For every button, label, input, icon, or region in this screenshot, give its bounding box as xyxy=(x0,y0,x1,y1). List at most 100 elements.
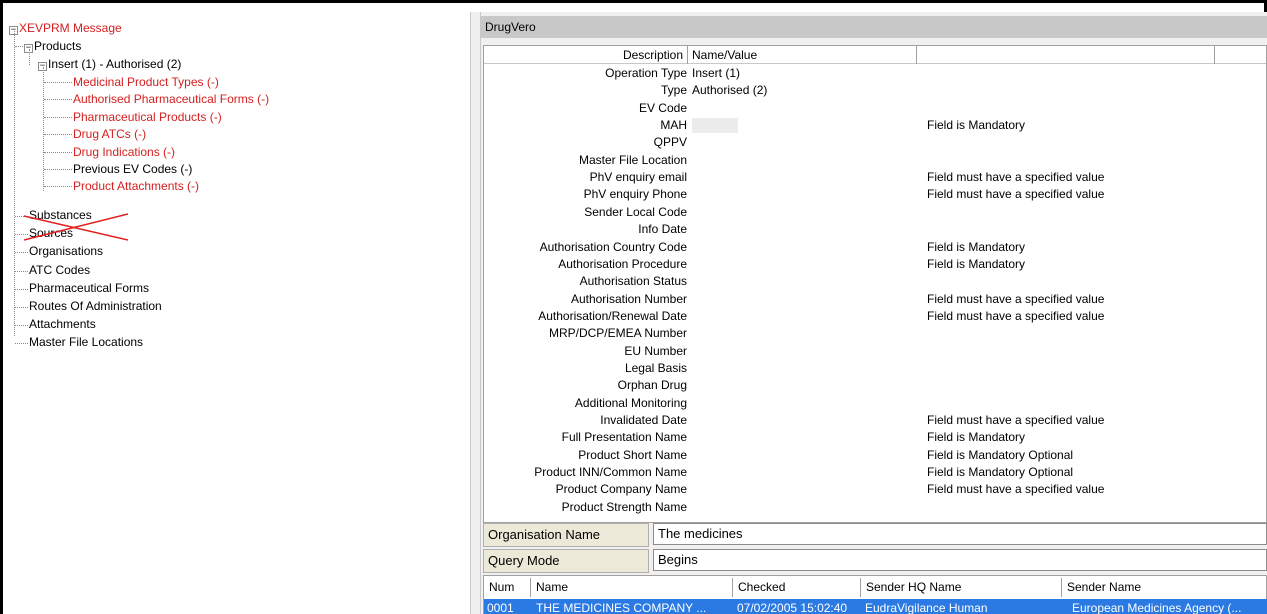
cell-checked: 07/02/2005 15:02:40 xyxy=(737,601,848,614)
tree-view[interactable]: − XEVPRM Message − Products − Insert (1) - … xyxy=(6,14,470,614)
tree-node-item[interactable]: Substances xyxy=(29,207,92,224)
tree-line xyxy=(15,325,28,327)
tree-node-item[interactable]: Pharmaceutical Forms xyxy=(29,280,149,297)
cell-sender-name: European Medicines Agency (... xyxy=(1072,601,1242,614)
header-value[interactable]: Name/Value xyxy=(688,46,917,64)
tree-node-child[interactable]: Previous EV Codes (-) xyxy=(73,161,192,178)
grid-row[interactable]: Product Strength Name xyxy=(484,499,1266,516)
tree-node-item[interactable]: Routes Of Administration xyxy=(29,298,162,315)
results-header-num[interactable]: Num xyxy=(484,578,531,597)
grid-row-value[interactable] xyxy=(692,117,738,134)
tree-node-item[interactable]: Attachments xyxy=(29,316,96,333)
tree-node-child[interactable]: Drug ATCs (-) xyxy=(73,126,146,143)
grid-row[interactable]: Authorisation/Renewal Date Field must hav… xyxy=(484,308,1266,325)
redacted-value xyxy=(692,118,738,134)
tree-node-item[interactable]: Organisations xyxy=(29,243,103,260)
tree-node-child[interactable]: Authorised Pharmaceutical Forms (-) xyxy=(73,91,269,108)
grid-row[interactable]: EV Code xyxy=(484,100,1266,117)
tree-node-label: Insert (1) - Authorised (2) xyxy=(48,57,182,71)
property-grid[interactable]: Description Name/Value Operation Type Ins… xyxy=(483,45,1267,523)
tree-node-child[interactable]: Pharmaceutical Products (-) xyxy=(73,109,222,126)
results-header-sender-name[interactable]: Sender Name xyxy=(1062,578,1267,597)
grid-row[interactable]: Info Date xyxy=(484,221,1266,238)
tree-line xyxy=(15,270,28,272)
grid-row[interactable]: PhV enquiry email Field must have a speci… xyxy=(484,169,1266,186)
grid-row[interactable]: Operation Type Insert (1) xyxy=(484,65,1266,82)
tree-node-item[interactable]: Master File Locations xyxy=(29,334,143,351)
grid-row-message: Field must have a specified value xyxy=(927,482,1105,497)
tree-line xyxy=(15,234,28,236)
grid-row[interactable]: Product Short Name Field is Mandatory Opt… xyxy=(484,447,1266,464)
grid-row[interactable]: Product INN/Common Name Field is Mandator… xyxy=(484,464,1266,481)
results-header-sender-hq[interactable]: Sender HQ Name xyxy=(861,578,1062,597)
grid-row-message: Field is Mandatory xyxy=(927,118,1026,133)
tree-line xyxy=(15,252,28,254)
tree-line xyxy=(44,82,72,83)
grid-row[interactable]: Authorisation Status xyxy=(484,273,1266,290)
results-header-checked[interactable]: Checked xyxy=(733,578,861,597)
grid-row[interactable]: QPPV xyxy=(484,134,1266,151)
table-row[interactable]: 0001 THE MEDICINES COMPANY ... 07/02/200… xyxy=(484,599,1267,614)
grid-row[interactable]: Legal Basis xyxy=(484,360,1266,377)
grid-row-value[interactable]: Authorised (2) xyxy=(692,82,767,99)
grid-row-description: Orphan Drug xyxy=(617,378,687,393)
grid-row-description: Full Presentation Name xyxy=(561,430,687,445)
grid-row[interactable]: Orphan Drug xyxy=(484,377,1266,394)
tree-line xyxy=(44,99,72,101)
grid-row-description: Product Strength Name xyxy=(561,499,687,514)
header-description[interactable]: Description xyxy=(484,46,688,64)
cell-num: 0001 xyxy=(487,601,514,614)
grid-row-description: PhV enquiry Phone xyxy=(583,187,687,202)
cell-sender-hq: EudraVigilance Human xyxy=(865,601,988,614)
grid-row-description: QPPV xyxy=(653,135,687,150)
tree-node-child[interactable]: Product Attachments (-) xyxy=(73,178,199,195)
tree-line xyxy=(15,307,28,308)
grid-row[interactable]: EU Number xyxy=(484,343,1266,360)
grid-row[interactable]: Type Authorised (2) xyxy=(484,82,1266,99)
tree-line xyxy=(15,216,28,217)
grid-row[interactable]: Master File Location xyxy=(484,152,1266,169)
grid-row-value[interactable]: Insert (1) xyxy=(692,65,740,82)
tree-line xyxy=(44,186,72,188)
tree-node-label: XEVPRM Message xyxy=(19,21,122,35)
grid-row-description: MRP/DCP/EMEA Number xyxy=(548,326,687,341)
grid-row[interactable]: MRP/DCP/EMEA Number xyxy=(484,325,1266,342)
grid-row-description: Operation Type xyxy=(605,66,687,80)
grid-row[interactable]: Full Presentation Name Field is Mandatory xyxy=(484,429,1266,446)
tree-node-insert[interactable]: − Insert (1) - Authorised (2) xyxy=(38,56,181,73)
grid-row[interactable]: MAH Field is Mandatory xyxy=(484,117,1266,134)
window-frame: − XEVPRM Message − Products − Insert (1) - … xyxy=(0,0,1267,614)
grid-row-description: Authorisation/Renewal Date xyxy=(538,308,687,323)
grid-row[interactable]: Authorisation Country Code Field is Manda… xyxy=(484,239,1266,256)
tree-node-root[interactable]: − XEVPRM Message xyxy=(9,20,122,37)
tree-node-item[interactable]: Sources xyxy=(29,225,73,242)
grid-row-message: Field is Mandatory xyxy=(927,430,1026,445)
header-message[interactable] xyxy=(917,46,1215,64)
grid-header: Description Name/Value xyxy=(484,46,1266,64)
grid-row[interactable]: PhV enquiry Phone Field must have a speci… xyxy=(484,186,1266,203)
grid-row[interactable]: Product Company Name Field must have a sp… xyxy=(484,481,1266,498)
pane-splitter[interactable] xyxy=(470,12,481,614)
grid-row-message: Field must have a specified value xyxy=(927,291,1105,306)
grid-row-description: Additional Monitoring xyxy=(574,395,687,410)
grid-row-message: Field is Mandatory Optional xyxy=(927,465,1074,480)
grid-row[interactable]: Invalidated Date Field must have a specif… xyxy=(484,412,1266,429)
grid-row-message: Field is Mandatory xyxy=(927,239,1026,254)
grid-row-description: Authorisation Number xyxy=(570,291,687,306)
grid-row[interactable]: Additional Monitoring xyxy=(484,395,1266,412)
organisation-name-input[interactable]: The medicines xyxy=(653,523,1267,545)
tree-node-item[interactable]: ATC Codes xyxy=(29,262,90,279)
grid-row-message: Field must have a specified value xyxy=(927,308,1105,323)
query-mode-input[interactable]: Begins xyxy=(653,549,1267,571)
tree-node-child[interactable]: Medicinal Product Types (-) xyxy=(73,74,219,91)
grid-row-description: PhV enquiry email xyxy=(589,170,687,185)
tree-line xyxy=(15,343,28,345)
grid-row[interactable]: Authorisation Procedure Field is Mandator… xyxy=(484,256,1266,273)
tree-node-child[interactable]: Drug Indications (-) xyxy=(73,144,175,161)
grid-row-message: Field is Mandatory xyxy=(927,256,1026,271)
results-table[interactable]: Num Name Checked Sender HQ Name Sender N… xyxy=(483,575,1267,614)
results-header-name[interactable]: Name xyxy=(531,578,733,597)
tree-node-products[interactable]: − Products xyxy=(24,38,81,55)
grid-row[interactable]: Sender Local Code xyxy=(484,204,1266,221)
grid-row[interactable]: Authorisation Number Field must have a sp… xyxy=(484,291,1266,308)
